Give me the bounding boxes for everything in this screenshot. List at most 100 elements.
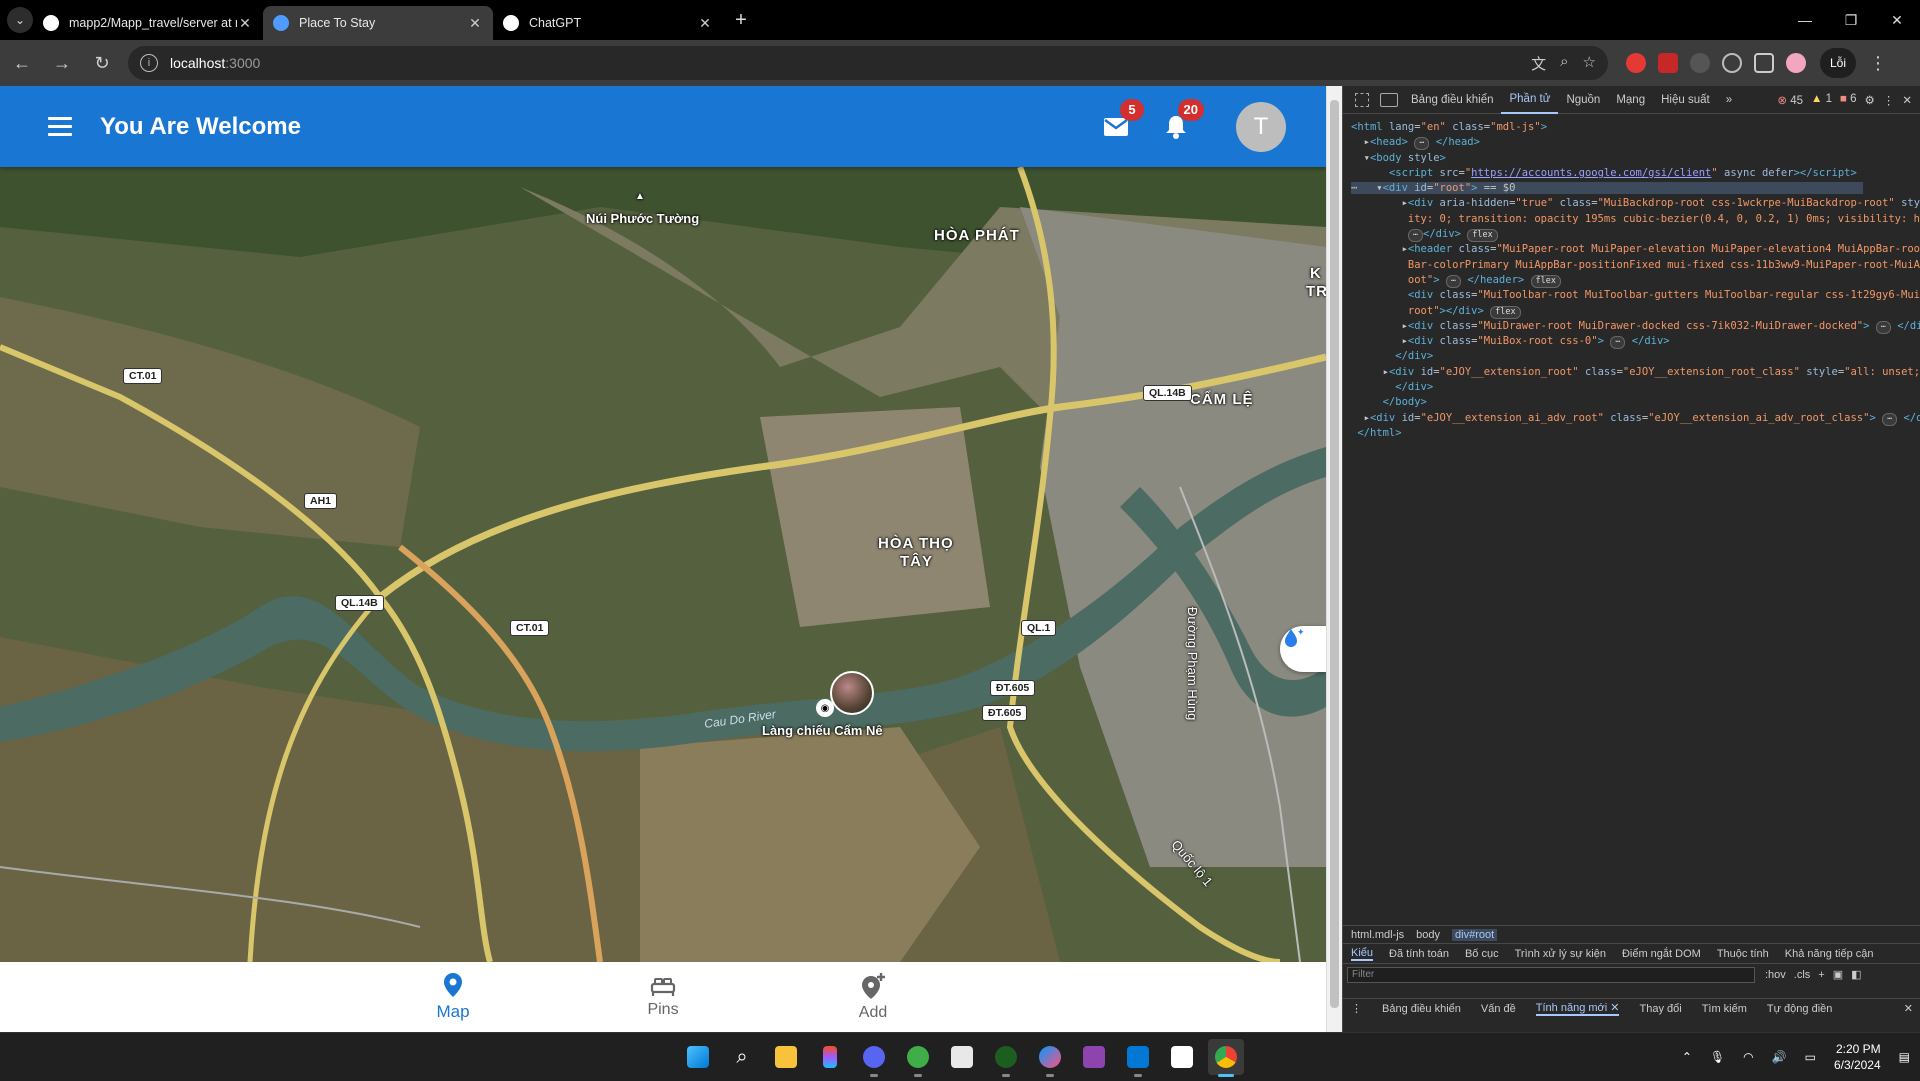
styles-tab[interactable]: Kiểu xyxy=(1351,947,1374,961)
drawer-tab-whats-new[interactable]: Tính năng mới ✕ xyxy=(1535,1001,1620,1016)
error-button[interactable]: Lỗi xyxy=(1820,48,1857,78)
styles-filter-input[interactable]: Filter xyxy=(1347,966,1755,983)
map-layer-button[interactable]: ✦ xyxy=(1280,626,1326,672)
accessibility-tab[interactable]: Khả năng tiếp cận xyxy=(1785,948,1874,960)
volume-icon[interactable]: 🔊 xyxy=(1772,1050,1787,1064)
drawer-tab-issues[interactable]: Vấn đề xyxy=(1481,1003,1516,1015)
more-tabs-icon[interactable]: » xyxy=(1718,86,1740,114)
site-info-icon[interactable]: i xyxy=(140,54,158,72)
warning-count[interactable]: ▲ 1 xyxy=(1811,93,1832,107)
device-toolbar-icon[interactable] xyxy=(1380,92,1398,107)
cls-toggle[interactable]: .cls xyxy=(1794,969,1811,981)
taskbar-clock[interactable]: 2:20 PM 6/3/2024 xyxy=(1834,1041,1881,1073)
satellite-map[interactable]: Núi Phước Tường ▲ HÒA PHÁT CẨM LỆ HÒA TH… xyxy=(0,167,1326,962)
dom-breakpoints-tab[interactable]: Điểm ngắt DOM xyxy=(1622,948,1701,960)
taskbar-purple-app[interactable] xyxy=(1076,1039,1112,1075)
settings-gear-icon[interactable]: ⚙ xyxy=(1865,93,1875,107)
extension-wave-icon[interactable] xyxy=(1690,53,1710,73)
translate-icon[interactable]: ⽂ xyxy=(1531,53,1546,74)
browser-tab-github[interactable]: mapp2/Mapp_travel/server at m ✕ xyxy=(33,6,263,40)
taskbar-vscode[interactable] xyxy=(1120,1039,1156,1077)
taskbar-figma[interactable] xyxy=(812,1039,848,1075)
taskbar-mongodb[interactable] xyxy=(988,1039,1024,1077)
photo-pin-marker[interactable] xyxy=(830,671,874,715)
breadcrumb-item[interactable]: html.mdl-js xyxy=(1351,929,1404,941)
notifications-button[interactable]: 20 xyxy=(1156,98,1204,147)
inspect-element-icon[interactable] xyxy=(1355,92,1369,107)
menu-icon[interactable] xyxy=(48,117,72,136)
dom-tree[interactable]: <html lang="en" class="mdl-js"> ▸<head> … xyxy=(1343,114,1920,441)
issue-count[interactable]: ■ 6 xyxy=(1840,93,1857,107)
extension-target-icon[interactable] xyxy=(1722,53,1742,73)
extensions-puzzle-icon[interactable] xyxy=(1754,53,1774,73)
taskbar-chrome[interactable] xyxy=(1208,1039,1244,1077)
new-tab-button[interactable]: + xyxy=(727,6,755,34)
address-bar[interactable]: i localhost:3000 ⽂ ⌕ ☆ xyxy=(128,46,1608,80)
error-count[interactable]: ⊗ 45 xyxy=(1777,93,1803,107)
taskbar-search-button[interactable]: ⌕ xyxy=(724,1039,760,1075)
taskbar-notes-app[interactable] xyxy=(944,1039,980,1075)
restore-button[interactable]: ❐ xyxy=(1828,0,1874,40)
browser-tab-place-to-stay[interactable]: Place To Stay ✕ xyxy=(263,6,493,40)
extension-gift-icon[interactable] xyxy=(1658,53,1678,73)
district-label-hoa-tho: HÒA THỌ xyxy=(878,535,954,552)
properties-tab[interactable]: Thuộc tính xyxy=(1717,948,1769,960)
microphone-icon[interactable]: 🎙 xyxy=(1710,1050,1725,1064)
taskbar-file-explorer[interactable] xyxy=(768,1039,804,1075)
layout-tab[interactable]: Bố cục xyxy=(1465,948,1499,960)
taskbar-green-app[interactable] xyxy=(900,1039,936,1077)
close-icon[interactable]: ✕ xyxy=(467,15,483,32)
taskbar-notion[interactable] xyxy=(1164,1039,1200,1075)
browser-tab-chatgpt[interactable]: ChatGPT ✕ xyxy=(493,6,723,40)
bookmark-star-icon[interactable]: ☆ xyxy=(1583,53,1596,74)
nav-map-button[interactable]: Map xyxy=(348,962,558,1032)
nav-add-button[interactable]: Add xyxy=(768,962,978,1032)
browser-menu-icon[interactable]: ⋮ xyxy=(1860,45,1896,81)
mail-button[interactable]: 5 xyxy=(1096,98,1144,147)
element-state-icon[interactable]: ▣ xyxy=(1833,968,1843,981)
page-scrollbar[interactable] xyxy=(1326,86,1342,1032)
add-rule-icon[interactable]: + xyxy=(1818,969,1824,981)
devtools-tab-network[interactable]: Mạng xyxy=(1608,86,1653,114)
back-button[interactable]: ← xyxy=(4,45,40,81)
reload-button[interactable]: ↻ xyxy=(84,45,120,81)
close-icon[interactable]: ✕ xyxy=(237,15,253,32)
computed-tab[interactable]: Đã tính toán xyxy=(1389,948,1449,960)
drawer-tab-search[interactable]: Tìm kiếm xyxy=(1702,1003,1747,1015)
close-devtools-icon[interactable]: ✕ xyxy=(1902,93,1912,107)
extension-red-icon[interactable] xyxy=(1626,53,1646,73)
taskbar-messenger[interactable] xyxy=(1032,1039,1068,1077)
wifi-icon[interactable]: ◠ xyxy=(1743,1050,1753,1064)
devtools-tab-console[interactable]: Bảng điều khiển xyxy=(1403,86,1501,114)
event-listeners-tab[interactable]: Trình xử lý sự kiện xyxy=(1515,948,1606,960)
devtools-menu-icon[interactable]: ⋮ xyxy=(1883,93,1895,107)
drawer-menu-icon[interactable]: ⋮ xyxy=(1351,1002,1362,1015)
scrollbar-thumb[interactable] xyxy=(1330,100,1339,1008)
zoom-icon[interactable]: ⌕ xyxy=(1560,53,1568,74)
forward-button[interactable]: → xyxy=(44,45,80,81)
notification-center-icon[interactable]: ▤ xyxy=(1899,1050,1910,1064)
drawer-tab-autofill[interactable]: Tự động điền xyxy=(1767,1003,1832,1015)
profile-avatar-icon[interactable] xyxy=(1786,53,1806,73)
user-avatar[interactable]: T xyxy=(1236,101,1286,152)
nav-pins-button[interactable]: Pins xyxy=(558,962,768,1032)
devtools-tab-sources[interactable]: Nguồn xyxy=(1558,86,1608,114)
hov-toggle[interactable]: :hov xyxy=(1765,969,1786,981)
taskbar-discord[interactable] xyxy=(856,1039,892,1077)
breadcrumb-item-active[interactable]: div#root xyxy=(1452,928,1498,941)
minimize-button[interactable]: — xyxy=(1782,0,1828,40)
start-button[interactable] xyxy=(680,1039,716,1075)
devtools-tab-performance[interactable]: Hiệu suất xyxy=(1653,86,1718,114)
show-hidden-icons[interactable]: ⌃ xyxy=(1682,1050,1692,1064)
sidebar-toggle-icon[interactable]: ◧ xyxy=(1851,968,1861,981)
close-drawer-icon[interactable]: ✕ xyxy=(1904,1002,1913,1015)
tab-search-button[interactable]: ⌄ xyxy=(7,7,33,33)
close-window-button[interactable]: ✕ xyxy=(1874,0,1920,40)
close-icon[interactable]: ✕ xyxy=(697,15,713,32)
devtools-tab-elements[interactable]: Phần tử xyxy=(1501,86,1559,114)
drawer-tab-changes[interactable]: Thay đổi xyxy=(1639,1003,1681,1015)
poi-label-lang-chieu[interactable]: Làng chiếu Cẩm Nê xyxy=(762,723,883,738)
battery-icon[interactable]: ▭ xyxy=(1805,1050,1816,1064)
drawer-tab-console[interactable]: Bảng điều khiển xyxy=(1382,1003,1461,1015)
breadcrumb-item[interactable]: body xyxy=(1416,929,1440,941)
